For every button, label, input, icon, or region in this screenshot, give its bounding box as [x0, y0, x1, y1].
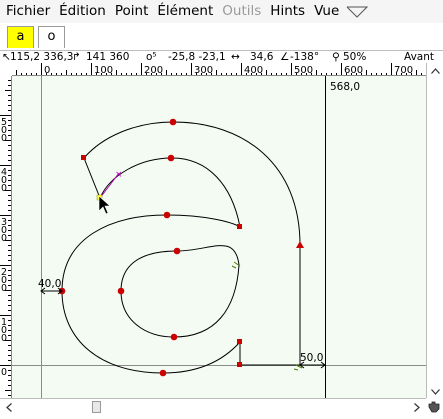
ruler-tick-label: 700: [394, 65, 413, 76]
selected-point-icon: ↱: [72, 51, 81, 63]
menu-vue[interactable]: Vue: [308, 0, 339, 23]
ruler-tick-label: 200: [144, 65, 163, 76]
curve-point[interactable]: [173, 247, 181, 255]
tool-corner[interactable]: [426, 398, 443, 415]
hand-tool-icon: [428, 401, 440, 413]
vertical-scrollbar[interactable]: [426, 63, 443, 398]
control-point-marker[interactable]: ×: [115, 170, 123, 180]
corner-point[interactable]: [237, 224, 242, 229]
ruler-tick-label: 500: [294, 65, 313, 76]
corner-point[interactable]: [237, 362, 242, 367]
advance-width-label: 568,0: [330, 81, 360, 93]
curve-point[interactable]: [167, 154, 175, 162]
menu-element[interactable]: Élément: [151, 0, 213, 23]
zoom-value[interactable]: 50%: [343, 51, 366, 63]
ruler-tick-label: 100: [1, 317, 7, 344]
chevron-left-icon: [5, 403, 12, 412]
menu-overflow-icon[interactable]: [346, 0, 369, 23]
chevron-down-icon: [431, 388, 440, 395]
right-bearing-label: 50,0: [300, 352, 323, 364]
tangent-point[interactable]: [296, 241, 304, 248]
mouse-cursor-icon: [98, 195, 111, 215]
inner-contour[interactable]: [120, 245, 240, 338]
ruler-tick-label: 0: [1, 367, 7, 378]
left-bearing-label: 40,0: [38, 278, 61, 290]
angle-value: -138°: [290, 51, 320, 63]
ruler-tick-label: 400: [244, 65, 263, 76]
menu-fichier[interactable]: Fichier: [0, 0, 50, 23]
zoom-icon: ⚲: [332, 51, 340, 63]
ruler-tick-label: 400: [1, 167, 7, 194]
menu-point[interactable]: Point: [109, 0, 149, 23]
tab-glyph-a[interactable]: a: [7, 26, 34, 48]
menu-bar: Fichier Édition Point Élément Outils Hints Vue: [0, 0, 443, 23]
corner-point[interactable]: [81, 155, 86, 160]
ruler-tick-label: 600: [344, 65, 363, 76]
horizontal-scrollbar[interactable]: [0, 398, 426, 415]
glyph-edit-canvas[interactable]: 568,0 × 40,0 50,0: [12, 76, 426, 398]
ruler-tick-label: 500: [1, 117, 7, 144]
curve-point[interactable]: [117, 287, 125, 295]
selected-point-position: 141 360: [86, 51, 130, 63]
ruler-tick-label: 200: [1, 267, 7, 294]
menu-edition[interactable]: Édition: [53, 0, 106, 23]
ruler-tick-label: 100: [94, 65, 113, 76]
curve-point[interactable]: [170, 333, 178, 341]
delta-value: -25,8 -23,1: [168, 51, 226, 63]
menu-hints[interactable]: Hints: [264, 0, 305, 23]
ruler-tick-label: 300: [194, 65, 213, 76]
scroll-left-button[interactable]: [2, 401, 15, 414]
curve-point[interactable]: [169, 118, 177, 126]
curve-point[interactable]: [159, 369, 167, 377]
vertical-ruler: 500 400 300 200 100 0: [0, 76, 12, 398]
distance-icon: ↔: [231, 51, 240, 63]
scroll-thumb[interactable]: [92, 401, 101, 413]
scroll-down-button[interactable]: [429, 385, 442, 398]
delta-icon: o⁵: [146, 51, 157, 63]
scroll-right-button[interactable]: [410, 401, 423, 414]
info-bar: ↖ 115,2 336,3 ↱ 141 360 o⁵ -25,8 -23,1 ↔…: [0, 51, 443, 63]
distance-value: 34,6: [250, 51, 274, 63]
ruler-tick-label: 0: [44, 65, 50, 76]
ruler-tick-label: 300: [1, 217, 7, 244]
outer-contour[interactable]: [61, 121, 301, 374]
chevron-right-icon: [413, 403, 420, 412]
menu-outils: Outils: [222, 3, 262, 19]
horizontal-ruler: 0 100 200 300 400 500 600 700: [12, 63, 426, 76]
glyph-tab-bar: a o: [0, 23, 443, 51]
chevron-up-icon: [431, 67, 440, 74]
corner-point[interactable]: [237, 339, 242, 344]
angle-icon: ∠: [280, 51, 290, 63]
active-layer[interactable]: Avant: [404, 51, 434, 63]
cursor-position: 115,2 336,3: [10, 51, 74, 63]
tab-glyph-o[interactable]: o: [38, 26, 65, 48]
scroll-up-button[interactable]: [429, 64, 442, 77]
curve-point[interactable]: [163, 211, 171, 219]
